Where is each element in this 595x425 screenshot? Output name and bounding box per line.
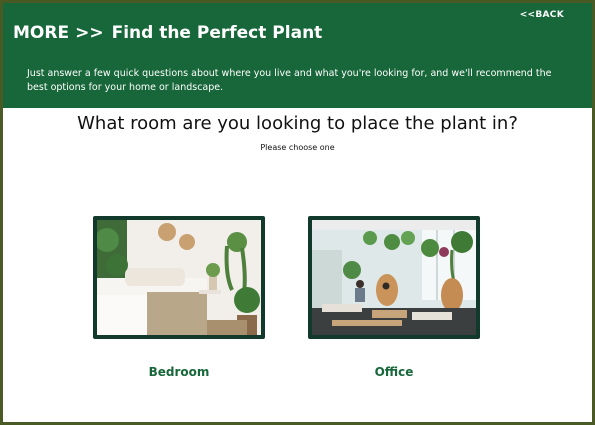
title-text: Find the Perfect Plant	[111, 23, 323, 43]
office-option-label[interactable]: Office	[308, 365, 480, 379]
bedroom-option-label[interactable]: Bedroom	[93, 365, 265, 379]
page-title: MORE >> Find the Perfect Plant	[13, 23, 322, 43]
office-photo	[312, 220, 476, 335]
header-banner: <<BACK MORE >> Find the Perfect Plant Just…	[3, 3, 592, 108]
intro-text: Just answer a few quick questions about …	[27, 68, 552, 93]
question-instruction: Please choose one	[260, 143, 335, 152]
office-option-image[interactable]	[308, 216, 480, 339]
back-link[interactable]: <<BACK	[520, 10, 564, 20]
bedroom-photo	[97, 220, 261, 335]
question-heading: What room are you looking to place the p…	[77, 113, 518, 134]
title-arrows: >>	[75, 23, 104, 43]
more-label: MORE	[13, 23, 70, 43]
bedroom-option-image[interactable]	[93, 216, 265, 339]
app-window: <<BACK MORE >> Find the Perfect Plant Just…	[0, 0, 595, 425]
